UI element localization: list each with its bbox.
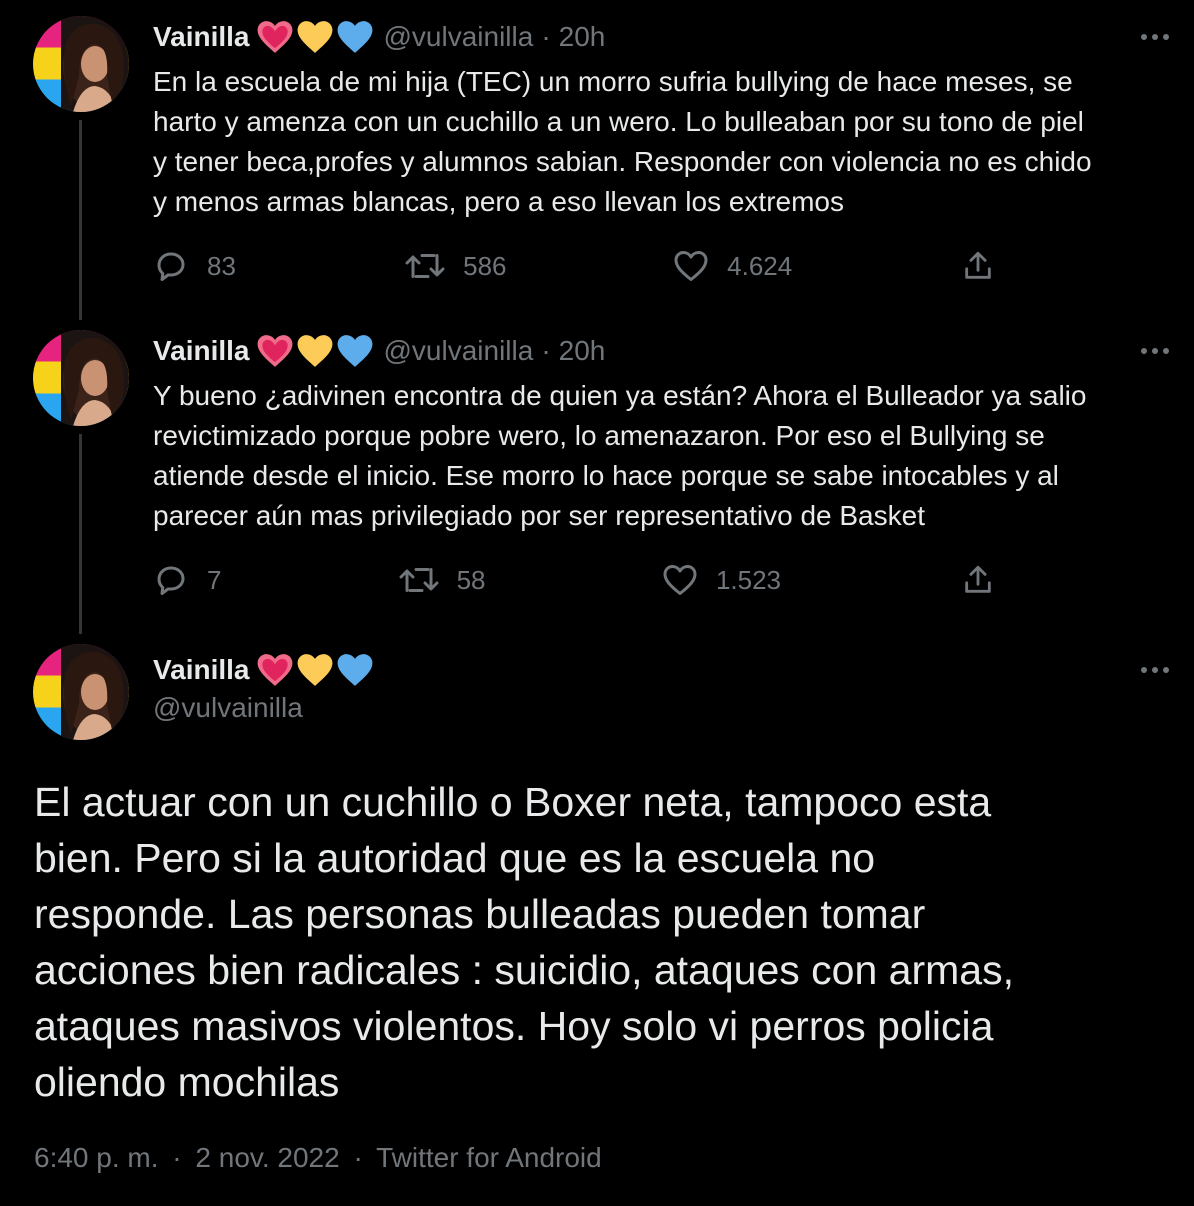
retweet-icon bbox=[399, 568, 439, 592]
timestamp[interactable]: 20h bbox=[559, 335, 606, 367]
ellipsis-icon bbox=[1141, 348, 1169, 354]
handle[interactable]: @vulvainilla bbox=[384, 335, 534, 367]
pink-heart-icon bbox=[256, 19, 294, 55]
tweet-header: Vainilla bbox=[153, 650, 384, 690]
more-options-button[interactable] bbox=[1138, 653, 1172, 687]
blue-heart-icon bbox=[336, 652, 374, 688]
share-icon bbox=[965, 565, 991, 593]
display-name[interactable]: Vainilla bbox=[153, 654, 250, 686]
pink-heart-icon bbox=[256, 333, 294, 369]
tweet-actions: 83 586 4.624 bbox=[153, 246, 1013, 286]
emoji-group bbox=[256, 19, 374, 55]
thread-line bbox=[79, 434, 82, 634]
like-count: 1.523 bbox=[715, 564, 782, 595]
tweet-source[interactable]: Twitter for Android bbox=[376, 1142, 602, 1173]
retweet-count: 586 bbox=[463, 250, 507, 281]
ellipsis-icon bbox=[1141, 34, 1169, 40]
avatar[interactable] bbox=[33, 16, 129, 112]
reply-count: 7 bbox=[207, 564, 222, 595]
retweet-count: 58 bbox=[456, 564, 486, 595]
share-button[interactable] bbox=[961, 249, 1013, 283]
share-button[interactable] bbox=[961, 563, 1013, 597]
ellipsis-icon bbox=[1141, 667, 1169, 673]
tweet-text: En la escuela de mi hija (TEC) un morro … bbox=[153, 66, 1092, 217]
blue-heart-icon bbox=[336, 19, 374, 55]
tweet-date[interactable]: 2 nov. 2022 bbox=[195, 1142, 339, 1173]
tweet-meta: 6:40 p. m. · 2 nov. 2022 · Twitter for A… bbox=[34, 1142, 602, 1174]
emoji-group bbox=[256, 652, 374, 688]
tweet-text: Y bueno ¿adivinen encontra de quien ya e… bbox=[153, 380, 1087, 531]
blue-heart-icon bbox=[336, 333, 374, 369]
retweet-button[interactable]: 58 bbox=[399, 562, 662, 598]
yellow-heart-icon bbox=[296, 333, 334, 369]
reply-button[interactable]: 83 bbox=[153, 248, 405, 284]
yellow-heart-icon bbox=[296, 19, 334, 55]
timestamp[interactable]: 20h bbox=[559, 21, 606, 53]
handle[interactable]: @vulvainilla bbox=[384, 21, 534, 53]
avatar[interactable] bbox=[33, 644, 129, 740]
separator: · bbox=[541, 21, 551, 52]
separator: · bbox=[541, 335, 551, 366]
reply-count: 83 bbox=[207, 250, 236, 281]
like-button[interactable]: 4.624 bbox=[673, 249, 961, 283]
display-name[interactable]: Vainilla bbox=[153, 335, 250, 367]
yellow-heart-icon bbox=[296, 652, 334, 688]
more-options-button[interactable] bbox=[1138, 20, 1172, 54]
avatar[interactable] bbox=[33, 330, 129, 426]
tweet-header: Vainilla @vulvainilla · 20h bbox=[153, 331, 605, 371]
emoji-group bbox=[256, 333, 374, 369]
retweet-button[interactable]: 586 bbox=[405, 248, 673, 284]
reply-button[interactable]: 7 bbox=[153, 562, 399, 598]
heart-icon bbox=[674, 251, 708, 281]
display-name[interactable]: Vainilla bbox=[153, 21, 250, 53]
heart-icon bbox=[663, 565, 697, 595]
reply-icon bbox=[157, 252, 185, 281]
tweet-header: Vainilla @vulvainilla · 20h bbox=[153, 17, 605, 57]
like-count: 4.624 bbox=[727, 250, 793, 281]
retweet-icon bbox=[405, 254, 445, 278]
like-button[interactable]: 1.523 bbox=[662, 563, 961, 597]
tweet-actions: 7 58 1.523 bbox=[153, 560, 1013, 600]
pink-heart-icon bbox=[256, 652, 294, 688]
more-options-button[interactable] bbox=[1138, 334, 1172, 368]
tweet-time[interactable]: 6:40 p. m. bbox=[34, 1142, 159, 1173]
handle[interactable]: @vulvainilla bbox=[153, 692, 303, 724]
reply-icon bbox=[157, 566, 185, 595]
thread-line bbox=[79, 120, 82, 320]
main-tweet-text: El actuar con un cuchillo o Boxer neta, … bbox=[34, 779, 1014, 1105]
separator: · bbox=[353, 1142, 363, 1173]
share-icon bbox=[965, 251, 991, 279]
separator: · bbox=[172, 1142, 182, 1173]
